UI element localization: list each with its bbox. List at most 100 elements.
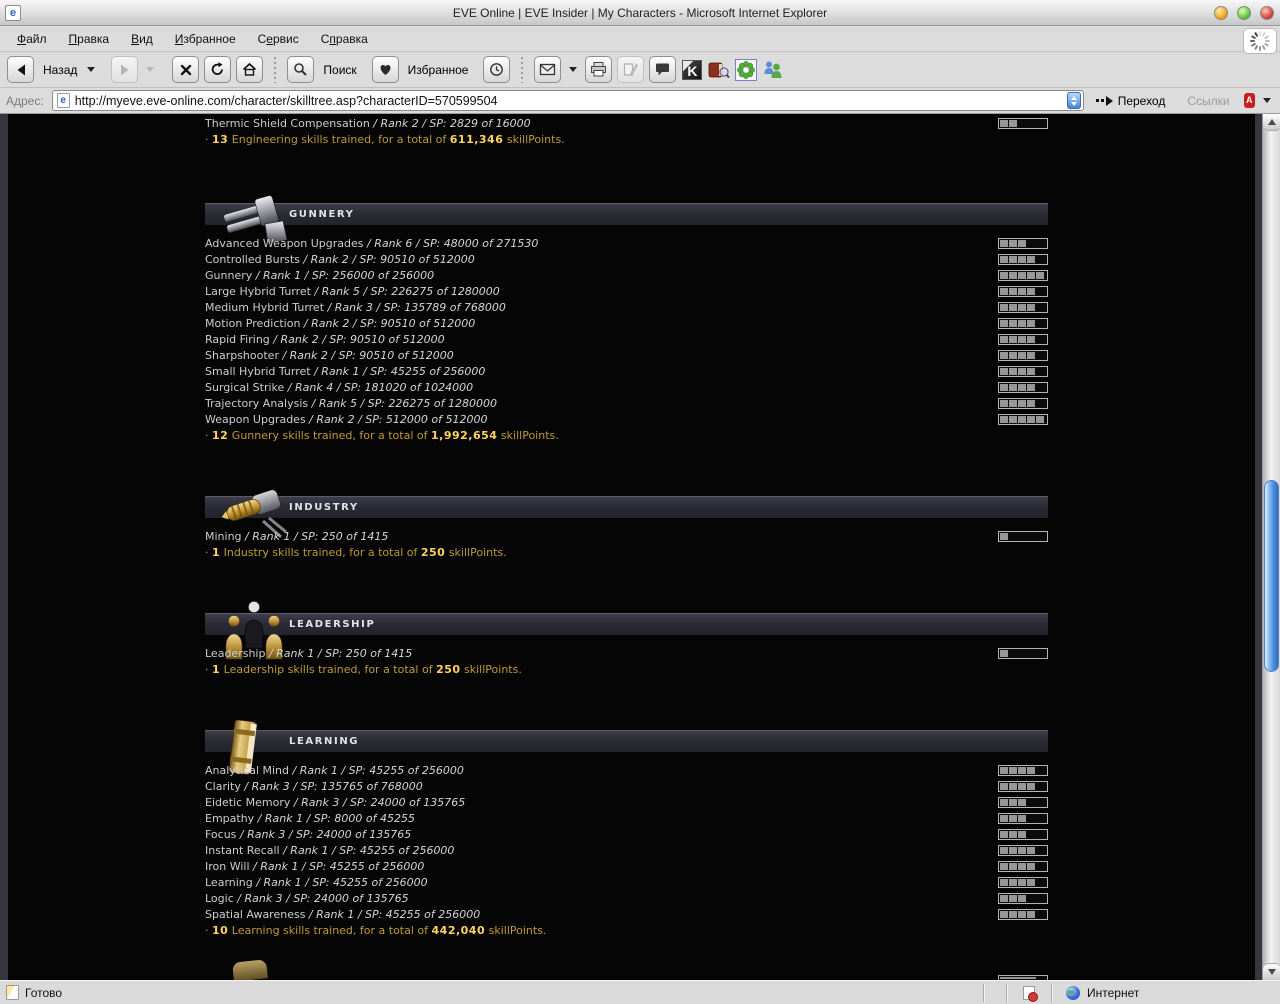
menu-item-view[interactable]: Вид [120, 29, 164, 49]
skill-name: Focus [205, 828, 237, 841]
progress-segment [1009, 368, 1017, 375]
progress-segment [1018, 879, 1026, 886]
next-section-icon-partial [232, 959, 268, 980]
stop-button[interactable] [172, 56, 200, 83]
skill-progress-bar [998, 350, 1048, 361]
menu-item-tools[interactable]: Сервис [247, 29, 310, 49]
progress-segment [1000, 352, 1008, 359]
messenger-button[interactable] [762, 59, 784, 81]
progress-segment [1036, 533, 1044, 540]
progress-segment [1027, 416, 1035, 423]
mail-button[interactable] [534, 56, 562, 83]
refresh-button[interactable] [204, 56, 232, 83]
progress-segment [1027, 831, 1035, 838]
favorites-button[interactable] [371, 56, 399, 83]
section-title: LEADERSHIP [289, 619, 376, 630]
back-button[interactable] [7, 56, 34, 83]
progress-segment [1000, 336, 1008, 343]
progress-segment [1009, 336, 1017, 343]
kaspersky-icon: K [682, 59, 703, 80]
scroll-up-button[interactable] [1263, 114, 1280, 131]
links-label[interactable]: Ссылки [1187, 94, 1229, 108]
favorites-button-label[interactable]: Избранное [408, 63, 469, 77]
scrollbar-thumb[interactable] [1264, 480, 1279, 672]
skill-progress-bar [998, 254, 1048, 265]
skill-name: Controlled Bursts [205, 253, 300, 266]
skill-progress-bar [998, 382, 1048, 393]
progress-segment [1009, 288, 1017, 295]
skill-name: Thermic Shield Compensation [205, 117, 370, 130]
progress-segment [1009, 272, 1017, 279]
dictionary-button[interactable] [708, 59, 731, 81]
section-header: INDUSTRY [205, 489, 1048, 539]
skill-progress-bar [998, 909, 1048, 920]
skill-detail: / Rank 6 / SP: 48000 of 271530 [363, 237, 539, 250]
address-url[interactable]: http://myeve.eve-online.com/character/sk… [75, 94, 1067, 108]
close-button[interactable] [1260, 6, 1274, 20]
back-dropdown-caret[interactable] [87, 67, 96, 72]
progress-segment [1000, 368, 1008, 375]
skill-name: Advanced Weapon Upgrades [205, 237, 364, 250]
skill-detail: / Rank 5 / SP: 226275 of 1280000 [310, 285, 500, 298]
forward-dropdown-caret [146, 67, 155, 72]
progress-segment [1009, 120, 1017, 127]
progress-segment [1009, 879, 1017, 886]
menu-item-file[interactable]: Файл [6, 29, 58, 49]
status-text: Готово [25, 985, 63, 1000]
back-button-label[interactable]: Назад [43, 63, 77, 77]
vertical-scrollbar[interactable] [1262, 114, 1280, 980]
skill-name: Learning [205, 876, 253, 889]
mail-dropdown-caret[interactable] [569, 67, 578, 72]
progress-segment [1027, 240, 1035, 247]
skill-progress-bar [998, 302, 1048, 313]
skill-detail: / Rank 1 / SP: 45255 of 256000 [279, 844, 455, 857]
progress-segment [1018, 304, 1026, 311]
search-icon [294, 63, 308, 76]
skill-name: Sharpshooter [205, 349, 279, 362]
discuss-button[interactable] [649, 56, 677, 83]
minimize-button[interactable] [1214, 6, 1228, 20]
menu-item-help[interactable]: Справка [310, 29, 379, 49]
progress-segment [1036, 352, 1044, 359]
section-summary: · 13 Engineering skills trained, for a t… [205, 133, 565, 146]
progress-segment [1027, 120, 1035, 127]
go-button-label[interactable]: Переход [1118, 94, 1166, 108]
skill-name: Gunnery [205, 269, 253, 282]
skill-detail: / Rank 4 / SP: 181020 of 1024000 [284, 381, 474, 394]
skill-row: Spatial Awareness / Rank 1 / SP: 45255 o… [205, 908, 1048, 924]
section-header: LEARNING [205, 719, 1048, 775]
go-button[interactable]: Переход [1095, 94, 1166, 108]
skill-name: Eidetic Memory [205, 796, 291, 809]
icq-button[interactable] [735, 58, 758, 81]
skill-row: Trajectory Analysis / Rank 5 / SP: 22627… [205, 397, 1048, 413]
address-dropdown-button[interactable] [1066, 92, 1081, 109]
links-dropdown-caret[interactable] [1263, 98, 1271, 103]
edit-button [617, 56, 645, 83]
progress-segment [1000, 288, 1008, 295]
print-button[interactable] [585, 56, 613, 83]
maximize-button[interactable] [1237, 6, 1251, 20]
home-button[interactable] [236, 56, 264, 83]
progress-segment [1009, 847, 1017, 854]
skill-row: Empathy / Rank 1 / SP: 8000 of 45255 [205, 812, 1048, 828]
address-input[interactable]: e http://myeve.eve-online.com/character/… [51, 90, 1084, 111]
progress-segment [1000, 847, 1008, 854]
kaspersky-button[interactable]: K [681, 59, 703, 81]
scroll-down-button[interactable] [1263, 963, 1280, 980]
skill-detail: / Rank 2 / SP: 512000 of 512000 [305, 413, 488, 426]
search-button-label[interactable]: Поиск [323, 63, 356, 77]
progress-segment [1000, 533, 1008, 540]
adobe-pdf-icon[interactable]: A [1243, 93, 1255, 108]
skill-progress-bar [998, 398, 1048, 409]
progress-segment [1009, 799, 1017, 806]
menu-item-favorites[interactable]: Избранное [164, 29, 247, 49]
progress-segment [1000, 400, 1008, 407]
menu-item-edit[interactable]: Правка [58, 29, 121, 49]
skill-progress-bar [998, 781, 1048, 792]
history-button[interactable] [483, 56, 511, 83]
progress-segment [1009, 911, 1017, 918]
progress-segment [1018, 831, 1026, 838]
back-icon [17, 64, 25, 75]
progress-segment [1009, 650, 1017, 657]
search-button[interactable] [287, 56, 315, 83]
